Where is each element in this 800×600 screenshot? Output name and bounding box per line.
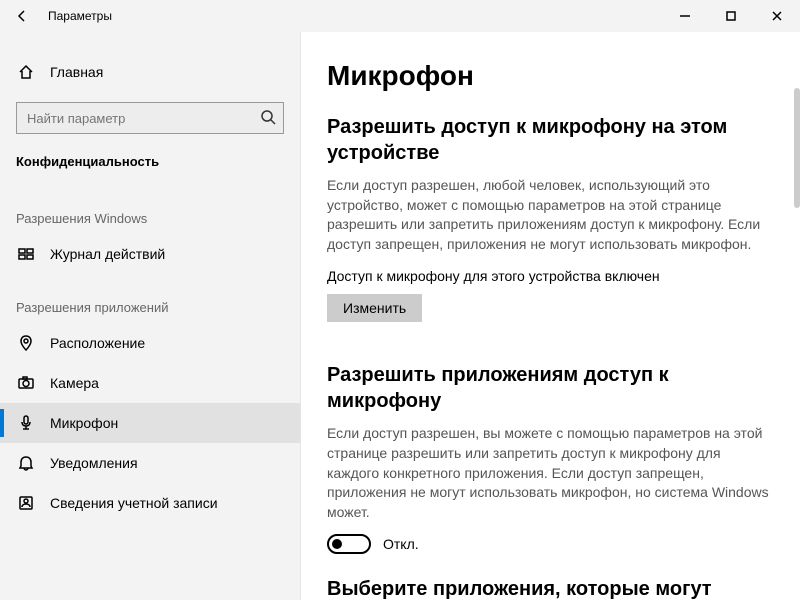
sidebar-item-location[interactable]: Расположение [0, 323, 300, 363]
account-icon [16, 495, 36, 511]
sidebar-item-account-info[interactable]: Сведения учетной записи [0, 483, 300, 523]
home-label: Главная [36, 64, 103, 80]
section1-heading: Разрешить доступ к микрофону на этом уст… [327, 114, 774, 166]
apps-access-toggle-row: Откл. [327, 534, 774, 554]
change-button[interactable]: Изменить [327, 294, 422, 322]
titlebar: Параметры [0, 0, 800, 32]
sidebar-item-camera[interactable]: Камера [0, 363, 300, 403]
sidebar-item-activity-history[interactable]: Журнал действий [0, 234, 300, 274]
section2-body: Если доступ разрешен, вы можете с помощь… [327, 424, 774, 522]
sidebar-item-label: Уведомления [36, 455, 138, 471]
microphone-icon [16, 415, 36, 431]
search-input[interactable] [16, 102, 284, 134]
sidebar-item-microphone[interactable]: Микрофон [0, 403, 300, 443]
close-button[interactable] [754, 0, 800, 32]
sidebar: Главная Конфиденциальность Разрешения Wi… [0, 32, 300, 600]
scrollbar[interactable] [794, 88, 800, 208]
sidebar-item-label: Микрофон [36, 415, 118, 431]
window-controls [662, 0, 800, 32]
arrow-left-icon [15, 9, 29, 23]
sidebar-item-label: Камера [36, 375, 99, 391]
minimize-button[interactable] [662, 0, 708, 32]
location-icon [16, 335, 36, 351]
sidebar-item-label: Сведения учетной записи [36, 495, 218, 511]
group-windows-permissions: Разрешения Windows [0, 185, 300, 234]
section1-body: Если доступ разрешен, любой человек, исп… [327, 176, 774, 254]
device-access-status: Доступ к микрофону для этого устройства … [327, 268, 774, 284]
toggle-knob [332, 539, 342, 549]
content-area: Микрофон Разрешить доступ к микрофону на… [300, 32, 800, 600]
sidebar-item-notifications[interactable]: Уведомления [0, 443, 300, 483]
camera-icon [16, 375, 36, 391]
search-box[interactable] [16, 102, 284, 134]
category-header: Конфиденциальность [0, 148, 300, 185]
notifications-icon [16, 455, 36, 471]
home-icon [16, 64, 36, 80]
sidebar-item-label: Расположение [36, 335, 145, 351]
sidebar-item-label: Журнал действий [36, 246, 165, 262]
maximize-button[interactable] [708, 0, 754, 32]
home-link[interactable]: Главная [0, 52, 300, 92]
back-button[interactable] [0, 0, 44, 32]
apps-access-toggle[interactable] [327, 534, 371, 554]
page-title: Микрофон [327, 60, 774, 92]
search-icon [260, 109, 276, 130]
window-title: Параметры [44, 9, 112, 23]
section3-heading: Выберите приложения, которые могут получ… [327, 576, 774, 600]
activity-icon [16, 246, 36, 262]
toggle-state-label: Откл. [383, 536, 419, 552]
section2-heading: Разрешить приложениям доступ к микрофону [327, 362, 774, 414]
group-app-permissions: Разрешения приложений [0, 274, 300, 323]
